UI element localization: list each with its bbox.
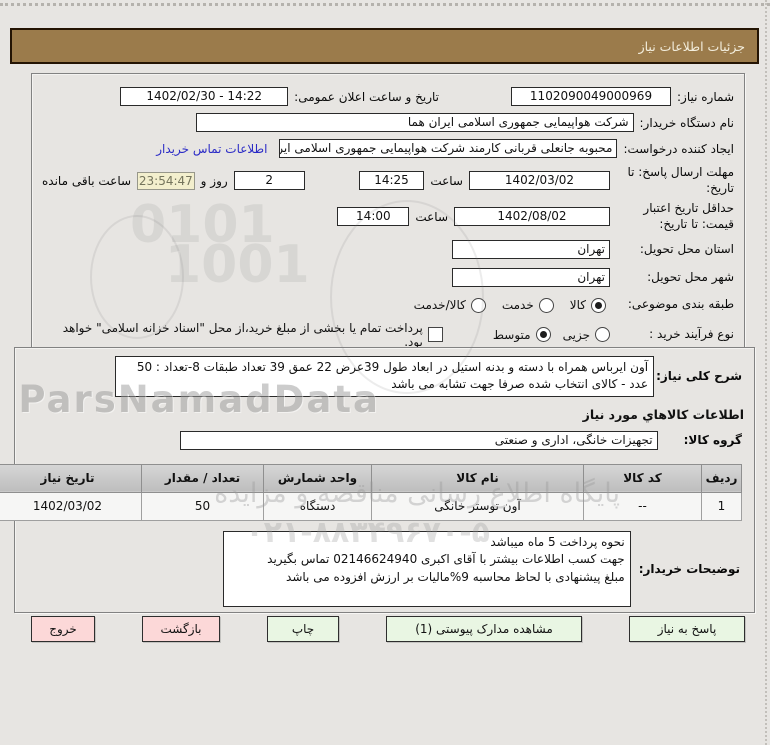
product-group-label: گروه کالا: [683,433,742,448]
back-button[interactable]: بازگشت [142,616,220,642]
price-validity-label: حداقل تاریخ اعتبار قیمت: تا تاریخ: [643,201,734,231]
goods-table: ردیف کد کالا نام کالا واحد شمارش تعداد /… [0,463,742,521]
goods-info-box: شرح کلی نیاز: آون ایرباس همراه با دسته و… [0,347,755,613]
page-right-dotted-border [765,0,767,745]
col-quantity: تعداد / مقدار [141,463,264,493]
classification-label: طبقه بندی موضوعی: [627,297,734,312]
action-button-bar: پاسخ به نیاز مشاهده مدارک پیوستی (1) چاپ… [25,616,745,642]
city-label: شهر محل تحویل: [647,270,734,285]
process-type-row: نوع فرآیند خرید : جزیی متوسط پرداخت تمام… [42,321,734,349]
cell-quantity: 50 [141,491,264,521]
treasury-checkbox-label: پرداخت تمام یا بخشی از مبلغ خرید،از محل … [62,320,423,349]
response-deadline-date[interactable]: 1402/03/02 [468,171,610,191]
remaining-countdown: 23:54:47 [137,171,195,190]
radio-goods[interactable] [591,297,606,313]
col-need-date: تاریخ نیاز [0,463,142,493]
respond-button[interactable]: پاسخ به نیاز [629,616,745,642]
request-creator-label: ایجاد کننده درخواست: [623,141,734,156]
exit-button[interactable]: خروج [31,616,95,642]
buyer-org-row: نام دستگاه خریدار: شرکت هواپیمایی جمهوری… [42,113,734,132]
classification-row: طبقه بندی موضوعی: کالا خدمت کالا/خدمت [42,297,734,313]
page-top-dotted-border [0,3,770,6]
process-option-medium: متوسط [492,327,551,343]
col-product-name: نام کالا [371,463,584,493]
goods-table-row: 1 -- آون توستر خانگی دستگاه 50 1402/03/0… [0,491,742,521]
buyer-contact-link[interactable]: اطلاعات تماس خریدار [156,142,267,156]
price-validity-row: حداقل تاریخ اعتبار قیمت: تا تاریخ: 1402/… [42,201,734,232]
radio-minor-label: جزیی [562,327,590,342]
announce-datetime-value[interactable]: 1402/02/30 - 14:22 [120,87,289,106]
response-deadline-hour-label: ساعت [430,173,463,188]
product-group-row: گروه کالا: تجهیزات خانگی، اداری و صنعتی [23,430,746,450]
announce-datetime-label: تاریخ و ساعت اعلان عمومی: [294,89,439,104]
process-option-minor: جزیی [562,327,610,343]
buyer-note-line: مبلغ پیشنهادی با لحاظ محاسبه 9%مالیات بر… [286,569,625,584]
need-info-box: شماره نیاز: 1102090049000969 تاریخ و ساع… [31,73,745,351]
price-validity-hour-label: ساعت [415,209,448,224]
treasury-checkbox[interactable] [427,327,443,343]
city-row: شهر محل تحویل: تهران [42,268,734,288]
need-number-label: شماره نیاز: [677,89,734,104]
response-deadline-time[interactable]: 14:25 [358,171,425,191]
page-title: جزئیات اطلاعات نیاز [638,38,745,54]
need-number-value[interactable]: 1102090049000969 [511,87,671,106]
city-value[interactable]: تهران [452,268,610,288]
buyer-org-label: نام دستگاه خریدار: [639,115,735,130]
need-description-label: شرح کلی نیاز: [656,369,742,384]
radio-medium[interactable] [535,327,551,343]
classification-option-goods-service: کالا/خدمت [413,297,486,313]
province-value[interactable]: تهران [452,240,610,260]
buyer-notes-value[interactable]: نحوه پرداخت 5 ماه میباشد جهت کسب اطلاعات… [222,530,631,607]
title-bar: جزئیات اطلاعات نیاز [10,28,759,64]
radio-medium-label: متوسط [492,327,531,342]
buyer-org-value[interactable]: شرکت هواپیمایی جمهوری اسلامی ایران هما [195,113,634,132]
radio-goods-service[interactable] [470,297,486,313]
request-creator-row: ایجاد کننده درخواست: محبوبه جانعلی قربان… [42,139,734,158]
view-attachments-button[interactable]: مشاهده مدارک پیوستی (1) [386,616,582,642]
radio-service-label: خدمت [501,298,534,313]
buyer-notes-label: توضیحات خریدار: [638,561,740,576]
classification-option-goods: کالا [569,297,606,313]
radio-minor[interactable] [595,327,610,343]
response-deadline-row: مهلت ارسال پاسخ: تا تاریخ: 1402/03/02 سا… [42,165,734,196]
price-validity-date[interactable]: 1402/08/02 [454,207,610,227]
goods-table-header-row: ردیف کد کالا نام کالا واحد شمارش تعداد /… [0,463,742,493]
request-creator-value[interactable]: محبوبه جانعلی قربانی کارمند شرکت هواپیما… [279,139,618,158]
radio-service[interactable] [538,297,554,313]
buyer-note-line: جهت کسب اطلاعات بیشتر با آقای اکبری 0214… [267,552,625,567]
treasury-payment-option: پرداخت تمام یا بخشی از مبلغ خرید،از محل … [42,321,443,349]
need-description-row: شرح کلی نیاز: آون ایرباس همراه با دسته و… [23,356,746,397]
remaining-days-label: روز و [200,173,228,188]
cell-need-date: 1402/03/02 [0,491,142,521]
col-row-number: ردیف [701,463,742,493]
need-description-value[interactable]: آون ایرباس همراه با دسته و بدنه استیل در… [115,356,655,397]
radio-goods-label: کالا [569,298,586,313]
col-product-code: کد کالا [583,463,702,493]
classification-option-service: خدمت [501,297,554,313]
province-row: استان محل تحویل: تهران [42,240,734,260]
buyer-notes-row: توضیحات خریدار: نحوه پرداخت 5 ماه میباشد… [23,530,746,607]
goods-section-header: اطلاعات کالاهاي مورد نیاز [582,406,744,422]
remaining-days-value[interactable]: 2 [233,171,305,191]
price-validity-time[interactable]: 14:00 [337,207,410,227]
need-number-row: شماره نیاز: 1102090049000969 تاریخ و ساع… [42,87,734,106]
cell-row-number: 1 [701,491,742,521]
col-count-unit: واحد شمارش [263,463,372,493]
print-button[interactable]: چاپ [267,616,339,642]
remaining-hours-label: ساعت باقی مانده [42,173,132,188]
cell-count-unit: دستگاه [263,491,372,521]
buyer-note-line: نحوه پرداخت 5 ماه میباشد [490,534,625,549]
response-deadline-label: مهلت ارسال پاسخ: تا تاریخ: [627,165,734,195]
cell-product-code: -- [583,491,702,521]
radio-goods-service-label: کالا/خدمت [413,298,466,313]
cell-product-name: آون توستر خانگی [371,491,584,521]
process-type-label: نوع فرآیند خرید : [649,327,734,342]
product-group-value[interactable]: تجهیزات خانگی، اداری و صنعتی [179,430,658,450]
province-label: استان محل تحویل: [639,242,734,257]
